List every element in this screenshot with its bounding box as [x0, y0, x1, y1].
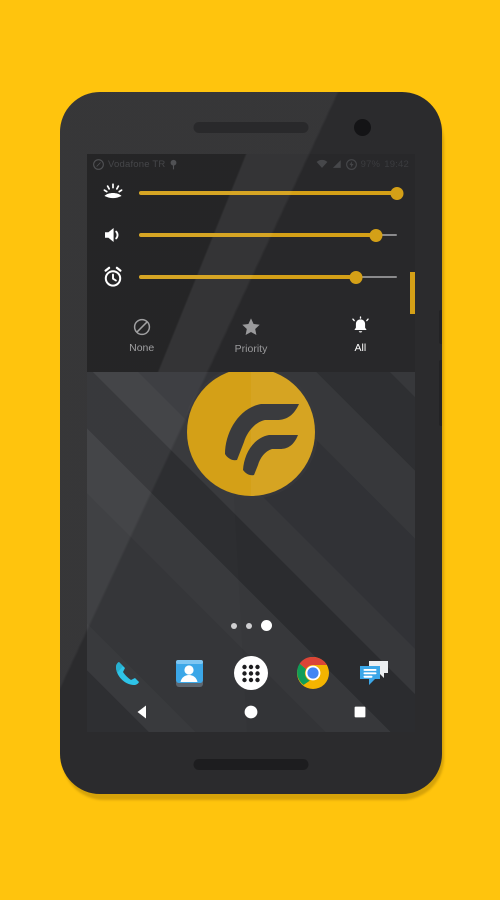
interruption-mode-row: None Priority All [87, 304, 415, 366]
contacts-app-icon[interactable] [166, 650, 212, 696]
front-camera [354, 119, 371, 136]
carrier-label: Vodafone TR [108, 158, 166, 170]
recents-button[interactable] [336, 692, 384, 732]
slider-thumb[interactable] [369, 228, 383, 242]
battery-charging-icon [345, 158, 357, 170]
volume-slider-track[interactable] [139, 225, 397, 245]
status-bar-right: 97% 19:42 [316, 159, 409, 170]
triangle-left-icon [137, 705, 146, 719]
phone-screen: None Priority All Vodafone TR 97% 19:42 [87, 154, 415, 732]
screenshot-root: None Priority All Vodafone TR 97% 19:42 [0, 0, 500, 900]
battery-percent-label: 97% [360, 158, 381, 170]
app-drawer-icon[interactable] [228, 650, 274, 696]
slider-fill [139, 275, 356, 279]
square-icon [354, 706, 366, 718]
page-dot[interactable] [230, 622, 237, 629]
app-notification-icon [93, 158, 104, 170]
page-dot[interactable] [245, 622, 252, 629]
block-circle-icon [133, 318, 150, 335]
volume-icon [87, 223, 139, 247]
page-indicator-dots [87, 620, 415, 631]
volume-rocker-button[interactable] [439, 360, 442, 426]
interruption-option-none[interactable]: None [87, 304, 196, 366]
slider-fill [139, 233, 377, 237]
chrome-app-icon[interactable] [290, 650, 336, 696]
brightness-slider-track[interactable] [139, 183, 404, 203]
phone-device: None Priority All Vodafone TR 97% 19:42 [60, 92, 442, 794]
slider-thumb[interactable] [390, 186, 404, 200]
location-pin-icon [171, 159, 177, 169]
clock-label: 19:42 [384, 158, 409, 170]
page-dot-active[interactable] [260, 620, 272, 631]
bell-ringing-icon [352, 316, 369, 333]
slider-fill [139, 191, 397, 195]
navigation-bar [87, 692, 415, 732]
cell-signal-icon [332, 160, 341, 168]
brightness-slider-row[interactable] [87, 170, 415, 216]
interruption-option-priority[interactable]: Priority [196, 304, 305, 366]
alarm-clock-icon [87, 265, 139, 289]
brightness-icon [87, 181, 139, 205]
interruption-option-all[interactable]: All [306, 304, 415, 366]
wifi-icon [316, 159, 327, 168]
star-icon [242, 317, 260, 335]
interruption-label: None [129, 341, 155, 354]
interruption-label: All [354, 342, 367, 354]
bottom-speaker [193, 759, 309, 770]
status-bar: Vodafone TR 97% 19:42 [87, 154, 415, 174]
status-bar-left: Vodafone TR [93, 159, 316, 170]
back-button[interactable] [118, 692, 166, 732]
messages-app-icon[interactable] [351, 650, 397, 696]
earpiece-speaker [193, 122, 309, 133]
circle-icon [244, 705, 258, 719]
alarm-slider-row[interactable] [87, 254, 415, 300]
volume-slider-row[interactable] [87, 212, 415, 258]
slider-thumb[interactable] [349, 270, 363, 284]
power-button[interactable] [439, 310, 442, 344]
alarm-slider-track[interactable] [139, 267, 397, 287]
interruption-label: Priority [234, 342, 268, 355]
phone-app-icon[interactable] [105, 650, 151, 696]
quick-settings-panel: None Priority All [87, 154, 415, 372]
home-button[interactable] [227, 692, 275, 732]
f-logo [181, 362, 321, 502]
